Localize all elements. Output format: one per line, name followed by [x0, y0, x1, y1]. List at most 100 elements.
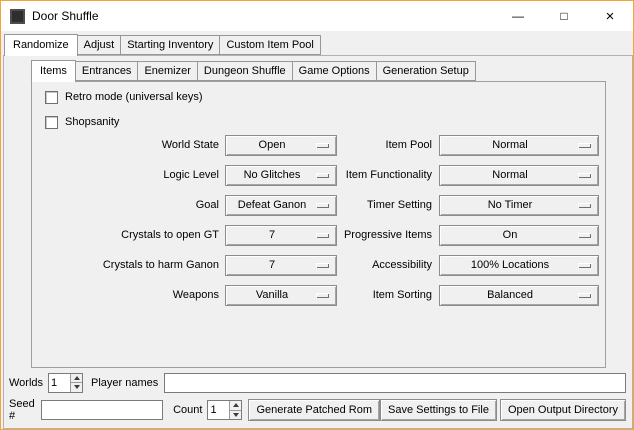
spin-down-icon	[233, 413, 239, 417]
open-output-directory-button[interactable]: Open Output Directory	[500, 399, 626, 421]
timer-setting-dropdown[interactable]: No Timer	[439, 195, 599, 216]
tab-items[interactable]: Items	[31, 60, 76, 82]
worlds-label: Worlds	[9, 377, 43, 389]
logic-level-label: Logic Level	[32, 169, 219, 181]
accessibility-dropdown[interactable]: 100% Locations	[439, 255, 599, 276]
outer-tab-bar: Randomize Adjust Starting Inventory Cust…	[4, 33, 321, 55]
option-row: Goal Defeat Ganon Timer Setting No Timer	[32, 194, 605, 216]
tab-custom-item-pool[interactable]: Custom Item Pool	[219, 35, 320, 55]
dropdown-indicator-icon	[316, 263, 329, 268]
dropdown-value: On	[440, 229, 576, 241]
dropdown-indicator-icon	[578, 173, 591, 178]
app-icon	[10, 9, 25, 24]
crystals-ganon-dropdown[interactable]: 7	[225, 255, 337, 276]
worlds-increment-button[interactable]	[71, 374, 82, 383]
items-tab-panel: Retro mode (universal keys) Shopsanity W…	[31, 81, 606, 368]
dropdown-indicator-icon	[578, 233, 591, 238]
dropdown-value: Open	[226, 139, 314, 151]
dropdown-value: 100% Locations	[440, 259, 576, 271]
dropdown-value: No Timer	[440, 199, 576, 211]
maximize-button[interactable]: □	[541, 1, 587, 31]
dropdown-value: Vanilla	[226, 289, 314, 301]
titlebar[interactable]: Door Shuffle — □ ×	[1, 1, 633, 31]
minimize-button[interactable]: —	[495, 1, 541, 31]
logic-level-dropdown[interactable]: No Glitches	[225, 165, 337, 186]
dropdown-indicator-icon	[316, 203, 329, 208]
option-row: Weapons Vanilla Item Sorting Balanced	[32, 284, 605, 306]
door-shuffle-window: Door Shuffle — □ × Randomize Adjust Star…	[0, 0, 634, 430]
tab-generation-setup[interactable]: Generation Setup	[376, 61, 476, 81]
tab-adjust[interactable]: Adjust	[77, 35, 122, 55]
tab-dungeon-shuffle[interactable]: Dungeon Shuffle	[197, 61, 293, 81]
accessibility-label: Accessibility	[337, 259, 432, 271]
dropdown-indicator-icon	[316, 143, 329, 148]
close-icon: ×	[606, 8, 615, 25]
timer-setting-label: Timer Setting	[337, 199, 432, 211]
crystals-gt-label: Crystals to open GT	[32, 229, 219, 241]
player-names-input[interactable]	[164, 373, 626, 393]
goal-dropdown[interactable]: Defeat Ganon	[225, 195, 337, 216]
weapons-dropdown[interactable]: Vanilla	[225, 285, 337, 306]
option-row: Crystals to harm Ganon 7 Accessibility 1…	[32, 254, 605, 276]
shopsanity-checkbox-row[interactable]: Shopsanity	[45, 114, 119, 130]
tab-entrances[interactable]: Entrances	[75, 61, 139, 81]
retro-mode-checkbox[interactable]	[45, 91, 58, 104]
world-state-dropdown[interactable]: Open	[225, 135, 337, 156]
dropdown-value: 7	[226, 259, 314, 271]
item-functionality-dropdown[interactable]: Normal	[439, 165, 599, 186]
dropdown-indicator-icon	[316, 293, 329, 298]
spin-up-icon	[74, 376, 80, 380]
dropdown-indicator-icon	[578, 143, 591, 148]
worlds-stepper	[48, 373, 83, 393]
maximize-icon: □	[560, 9, 567, 23]
dropdown-indicator-icon	[578, 293, 591, 298]
item-pool-dropdown[interactable]: Normal	[439, 135, 599, 156]
generate-patched-rom-button[interactable]: Generate Patched Rom	[248, 399, 380, 421]
shopsanity-checkbox[interactable]	[45, 116, 58, 129]
window-controls: — □ ×	[495, 1, 633, 31]
dropdown-value: Defeat Ganon	[226, 199, 314, 211]
count-label: Count	[173, 404, 202, 416]
option-row: World State Open Item Pool Normal	[32, 134, 605, 156]
seed-row: Seed # Count Generate Patched Rom Save S…	[9, 399, 626, 421]
item-sorting-label: Item Sorting	[337, 289, 432, 301]
goal-label: Goal	[32, 199, 219, 211]
save-settings-button[interactable]: Save Settings to File	[380, 399, 497, 421]
progressive-items-label: Progressive Items	[337, 229, 432, 241]
count-increment-button[interactable]	[230, 401, 241, 410]
seed-label: Seed #	[9, 398, 35, 422]
count-decrement-button[interactable]	[230, 410, 241, 420]
worlds-stepper-buttons	[70, 374, 82, 392]
count-stepper	[207, 400, 242, 420]
option-row: Crystals to open GT 7 Progressive Items …	[32, 224, 605, 246]
tab-randomize[interactable]: Randomize	[4, 34, 78, 56]
count-stepper-buttons	[229, 401, 241, 419]
worlds-row: Worlds Player names	[9, 372, 626, 393]
tab-game-options[interactable]: Game Options	[292, 61, 377, 81]
dropdown-indicator-icon	[578, 203, 591, 208]
seed-input[interactable]	[41, 400, 163, 420]
worlds-decrement-button[interactable]	[71, 382, 82, 392]
count-input[interactable]	[208, 401, 229, 419]
world-state-label: World State	[32, 139, 219, 151]
crystals-gt-dropdown[interactable]: 7	[225, 225, 337, 246]
spin-down-icon	[74, 385, 80, 389]
dropdown-indicator-icon	[316, 173, 329, 178]
close-button[interactable]: ×	[587, 1, 633, 31]
item-sorting-dropdown[interactable]: Balanced	[439, 285, 599, 306]
dropdown-value: No Glitches	[226, 169, 314, 181]
tab-starting-inventory[interactable]: Starting Inventory	[120, 35, 220, 55]
window-title: Door Shuffle	[32, 9, 99, 23]
minimize-icon: —	[512, 9, 524, 23]
tab-enemizer[interactable]: Enemizer	[137, 61, 197, 81]
dropdown-value: 7	[226, 229, 314, 241]
item-functionality-label: Item Functionality	[337, 169, 432, 181]
dropdown-indicator-icon	[578, 263, 591, 268]
shopsanity-label: Shopsanity	[65, 116, 119, 128]
retro-mode-label: Retro mode (universal keys)	[65, 91, 203, 103]
worlds-input[interactable]	[49, 374, 70, 392]
dropdown-value: Normal	[440, 169, 576, 181]
dropdown-value: Balanced	[440, 289, 576, 301]
retro-mode-checkbox-row[interactable]: Retro mode (universal keys)	[45, 89, 203, 105]
progressive-items-dropdown[interactable]: On	[439, 225, 599, 246]
